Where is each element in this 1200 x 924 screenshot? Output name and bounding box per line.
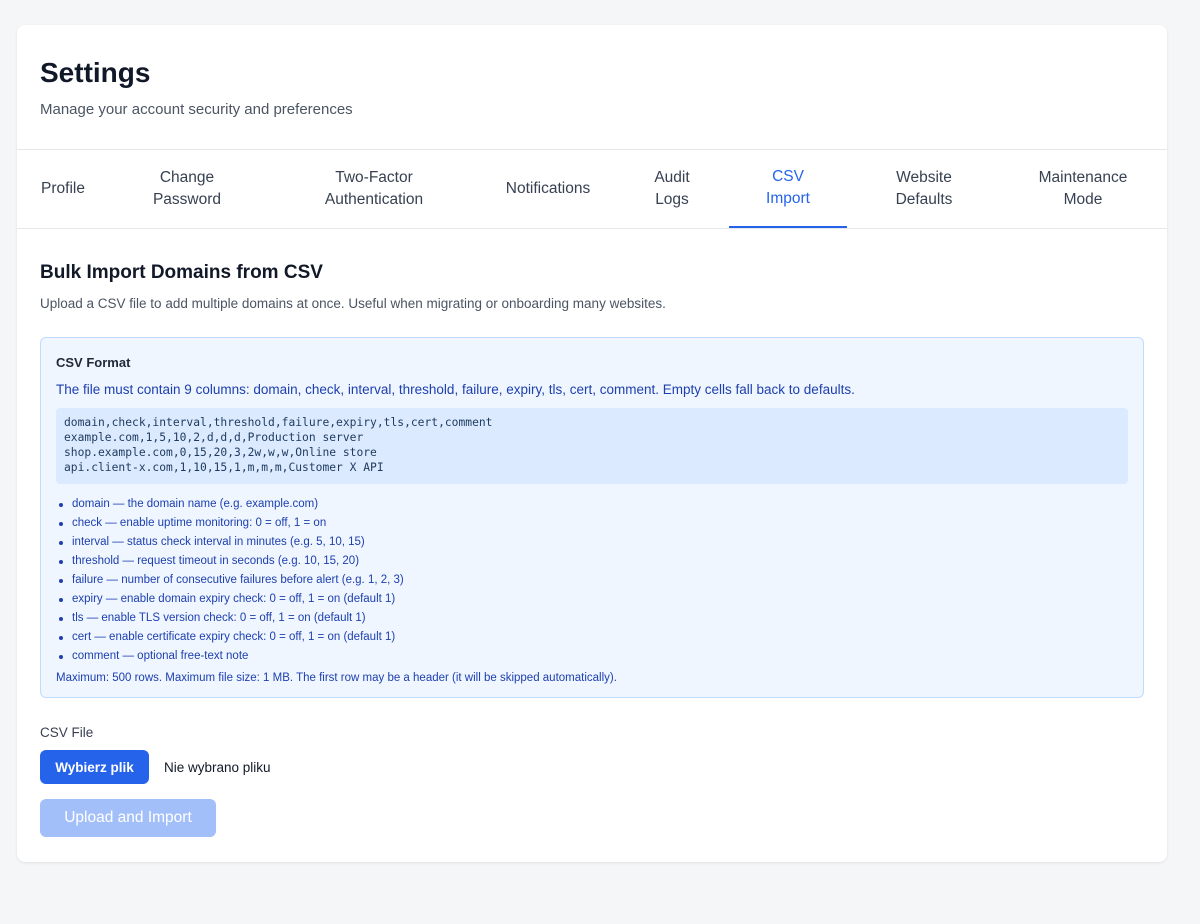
list-item: interval — status check interval in minu…: [56, 533, 1128, 552]
csv-example-code: domain,check,interval,threshold,failure,…: [56, 408, 1128, 484]
list-item: failure — number of consecutive failures…: [56, 571, 1128, 590]
file-input: Wybierz plik Nie wybrano pliku: [40, 750, 1144, 784]
page-subtitle: Manage your account security and prefere…: [40, 101, 353, 118]
csv-format-info-box: CSV Format The file must contain 9 colum…: [40, 337, 1144, 698]
csv-format-title: CSV Format: [56, 355, 131, 370]
list-item: comment — optional free-text note: [56, 647, 1128, 666]
csv-file-label: CSV File: [40, 725, 94, 740]
list-item: cert — enable certificate expiry check: …: [56, 628, 1128, 647]
list-item: domain — the domain name (e.g. example.c…: [56, 495, 1128, 514]
settings-header: Settings Manage your account security an…: [17, 25, 1167, 150]
settings-tabs: Profile Change Password Two-Factor Authent…: [17, 150, 1167, 229]
tab-website-defaults[interactable]: Website Defaults: [863, 150, 985, 228]
tab-csv-import[interactable]: CSV Import: [729, 150, 847, 228]
tab-maintenance-mode[interactable]: Maintenance Mode: [1017, 150, 1149, 228]
list-item: threshold — request timeout in seconds (…: [56, 552, 1128, 571]
csv-columns-list: domain — the domain name (e.g. example.c…: [56, 495, 1128, 666]
csv-format-lead: The file must contain 9 columns: domain,…: [56, 382, 855, 397]
tab-notifications[interactable]: Notifications: [492, 150, 604, 228]
tab-change-password[interactable]: Change Password: [126, 150, 248, 228]
section-title: Bulk Import Domains from CSV: [40, 262, 323, 283]
csv-limits-note: Maximum: 500 rows. Maximum file size: 1 …: [56, 672, 617, 684]
choose-file-button[interactable]: Wybierz plik: [40, 750, 149, 784]
tab-profile[interactable]: Profile: [17, 150, 109, 228]
tab-audit-logs[interactable]: Audit Logs: [633, 150, 711, 228]
tab-two-factor-authentication[interactable]: Two-Factor Authentication: [299, 150, 449, 228]
page-title: Settings: [40, 57, 151, 88]
list-item: expiry — enable domain expiry check: 0 =…: [56, 590, 1128, 609]
upload-and-import-button[interactable]: Upload and Import: [40, 799, 216, 837]
csv-import-panel: Bulk Import Domains from CSV Upload a CS…: [17, 229, 1167, 837]
settings-card: Settings Manage your account security an…: [17, 25, 1167, 862]
list-item: tls — enable TLS version check: 0 = off,…: [56, 609, 1128, 628]
file-status-text: Nie wybrano pliku: [164, 759, 271, 775]
section-description: Upload a CSV file to add multiple domain…: [40, 296, 666, 311]
list-item: check — enable uptime monitoring: 0 = of…: [56, 514, 1128, 533]
